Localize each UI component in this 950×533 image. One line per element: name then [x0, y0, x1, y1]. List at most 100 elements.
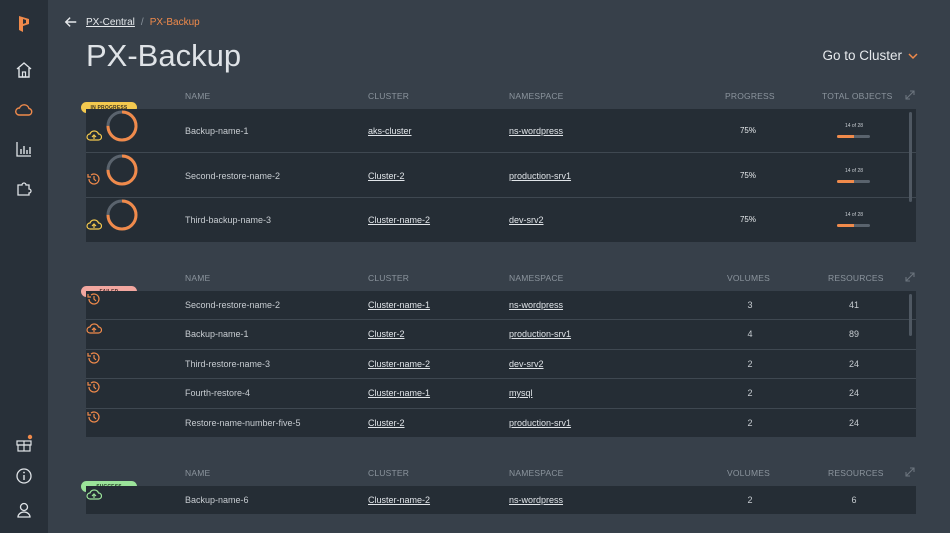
table-row[interactable]: Backup-name-1 aks-cluster ns-wordpress 7…: [86, 109, 916, 153]
home-icon[interactable]: [12, 58, 36, 82]
restore-icon: [87, 411, 100, 423]
go-to-cluster-button[interactable]: Go to Cluster: [822, 48, 918, 63]
row-namespace-link[interactable]: ns-wordpress: [509, 126, 563, 136]
expand-icon[interactable]: [904, 466, 916, 478]
in-progress-header: NAME CLUSTER NAMESPACE PROGRESS TOTAL OB…: [86, 89, 916, 105]
expand-icon[interactable]: [904, 271, 916, 283]
header-resources: RESOURCES: [828, 468, 884, 478]
chart-icon[interactable]: [12, 137, 36, 161]
row-volumes: 4: [747, 329, 753, 339]
restore-icon: [87, 173, 100, 185]
row-cluster-link[interactable]: aks-cluster: [368, 126, 412, 136]
row-name: Restore-name-number-five-5: [185, 418, 301, 428]
puzzle-icon[interactable]: [12, 176, 36, 200]
header-name: NAME: [185, 91, 211, 101]
row-cluster-link[interactable]: Cluster-name-1: [368, 388, 430, 398]
row-namespace-link[interactable]: production-srv1: [509, 329, 571, 339]
row-cluster-link[interactable]: Cluster-name-1: [368, 300, 430, 310]
table-row[interactable]: Third-restore-name-3 Cluster-name-2 dev-…: [86, 350, 916, 379]
failed-header: NAME CLUSTER NAMESPACE VOLUMES RESOURCES: [86, 271, 916, 287]
breadcrumb-parent-link[interactable]: PX-Central: [86, 17, 135, 28]
row-name: Backup-name-1: [185, 329, 249, 339]
in-progress-panel: Backup-name-1 aks-cluster ns-wordpress 7…: [86, 109, 916, 242]
header-total-objects: TOTAL OBJECTS: [822, 91, 893, 101]
table-row[interactable]: Second-restore-name-2 Cluster-name-1 ns-…: [86, 291, 916, 320]
scrollbar[interactable]: [909, 294, 912, 336]
header-resources: RESOURCES: [828, 273, 884, 283]
row-namespace-link[interactable]: production-srv1: [509, 418, 571, 428]
objects-bar-fill: [837, 180, 854, 183]
go-to-cluster-label: Go to Cluster: [822, 48, 902, 63]
header-cluster: CLUSTER: [368, 273, 410, 283]
row-resources: 6: [851, 495, 857, 505]
objects-bar: [837, 180, 870, 183]
row-namespace-link[interactable]: production-srv1: [509, 171, 571, 181]
table-row[interactable]: Restore-name-number-five-5 Cluster-2 pro…: [86, 409, 916, 437]
objects-label: 14 of 28: [844, 212, 864, 218]
progress-ring: [106, 199, 138, 231]
row-resources: 24: [848, 388, 859, 398]
row-name: Backup-name-6: [185, 495, 249, 505]
row-namespace-link[interactable]: dev-srv2: [509, 215, 544, 225]
header-volumes: VOLUMES: [727, 273, 770, 283]
restore-icon: [87, 352, 100, 364]
objects-label: 14 of 28: [844, 168, 864, 174]
row-resources: 24: [848, 418, 859, 428]
row-namespace-link[interactable]: ns-wordpress: [509, 300, 563, 310]
row-cluster-link[interactable]: Cluster-name-2: [368, 215, 430, 225]
portworx-logo-icon[interactable]: [12, 12, 36, 36]
scrollbar[interactable]: [909, 112, 912, 202]
row-name: Backup-name-1: [185, 126, 249, 136]
table-row[interactable]: Fourth-restore-4 Cluster-name-1 mysql 2 …: [86, 379, 916, 409]
row-name: Fourth-restore-4: [185, 388, 251, 398]
row-name: Third-restore-name-3: [185, 359, 271, 369]
row-resources: 24: [848, 359, 859, 369]
row-name: Second-restore-name-2: [185, 300, 281, 310]
header-namespace: NAMESPACE: [509, 91, 564, 101]
header-cluster: CLUSTER: [368, 91, 410, 101]
row-namespace-link[interactable]: ns-wordpress: [509, 495, 563, 505]
header-volumes: VOLUMES: [727, 468, 770, 478]
progress-ring: [106, 154, 138, 186]
objects-label: 14 of 28: [844, 123, 864, 129]
restore-icon: [87, 293, 100, 305]
expand-icon[interactable]: [904, 89, 916, 101]
row-cluster-link[interactable]: Cluster-name-2: [368, 495, 430, 505]
row-resources: 41: [848, 300, 859, 310]
row-cluster-link[interactable]: Cluster-2: [368, 418, 405, 428]
cloud-upload-icon: [86, 219, 103, 230]
row-name: Second-restore-name-2: [185, 171, 281, 181]
progress-label: 75%: [739, 126, 756, 135]
back-arrow-icon[interactable]: [64, 14, 80, 30]
failed-panel: Second-restore-name-2 Cluster-name-1 ns-…: [86, 291, 916, 437]
progress-label: 75%: [739, 171, 756, 180]
info-icon[interactable]: [12, 464, 36, 488]
objects-bar-fill: [837, 135, 854, 138]
restore-icon: [87, 381, 100, 393]
header-progress: PROGRESS: [725, 91, 775, 101]
cloud-icon[interactable]: [12, 98, 36, 122]
table-row[interactable]: Backup-name-6 Cluster-name-2 ns-wordpres…: [86, 486, 916, 514]
row-cluster-link[interactable]: Cluster-2: [368, 329, 405, 339]
table-row[interactable]: Second-restore-name-2 Cluster-2 producti…: [86, 153, 916, 198]
progress-label: 75%: [739, 215, 756, 224]
chevron-down-icon: [908, 52, 918, 59]
cloud-upload-icon: [86, 323, 103, 334]
row-cluster-link[interactable]: Cluster-name-2: [368, 359, 430, 369]
row-name: Third-backup-name-3: [185, 215, 272, 225]
header-cluster: CLUSTER: [368, 468, 410, 478]
breadcrumb-current: PX-Backup: [149, 16, 200, 28]
user-icon[interactable]: [12, 498, 36, 522]
gift-icon[interactable]: [12, 431, 36, 455]
objects-bar: [837, 224, 870, 227]
header-name: NAME: [185, 468, 211, 478]
row-volumes: 2: [747, 388, 753, 398]
table-row[interactable]: Third-backup-name-3 Cluster-name-2 dev-s…: [86, 198, 916, 241]
row-namespace-link[interactable]: mysql: [509, 388, 533, 398]
row-namespace-link[interactable]: dev-srv2: [509, 359, 544, 369]
table-row[interactable]: Backup-name-1 Cluster-2 production-srv1 …: [86, 320, 916, 350]
page-title: PX-Backup: [86, 38, 242, 73]
row-cluster-link[interactable]: Cluster-2: [368, 171, 405, 181]
header-name: NAME: [185, 273, 211, 283]
row-resources: 89: [848, 329, 859, 339]
